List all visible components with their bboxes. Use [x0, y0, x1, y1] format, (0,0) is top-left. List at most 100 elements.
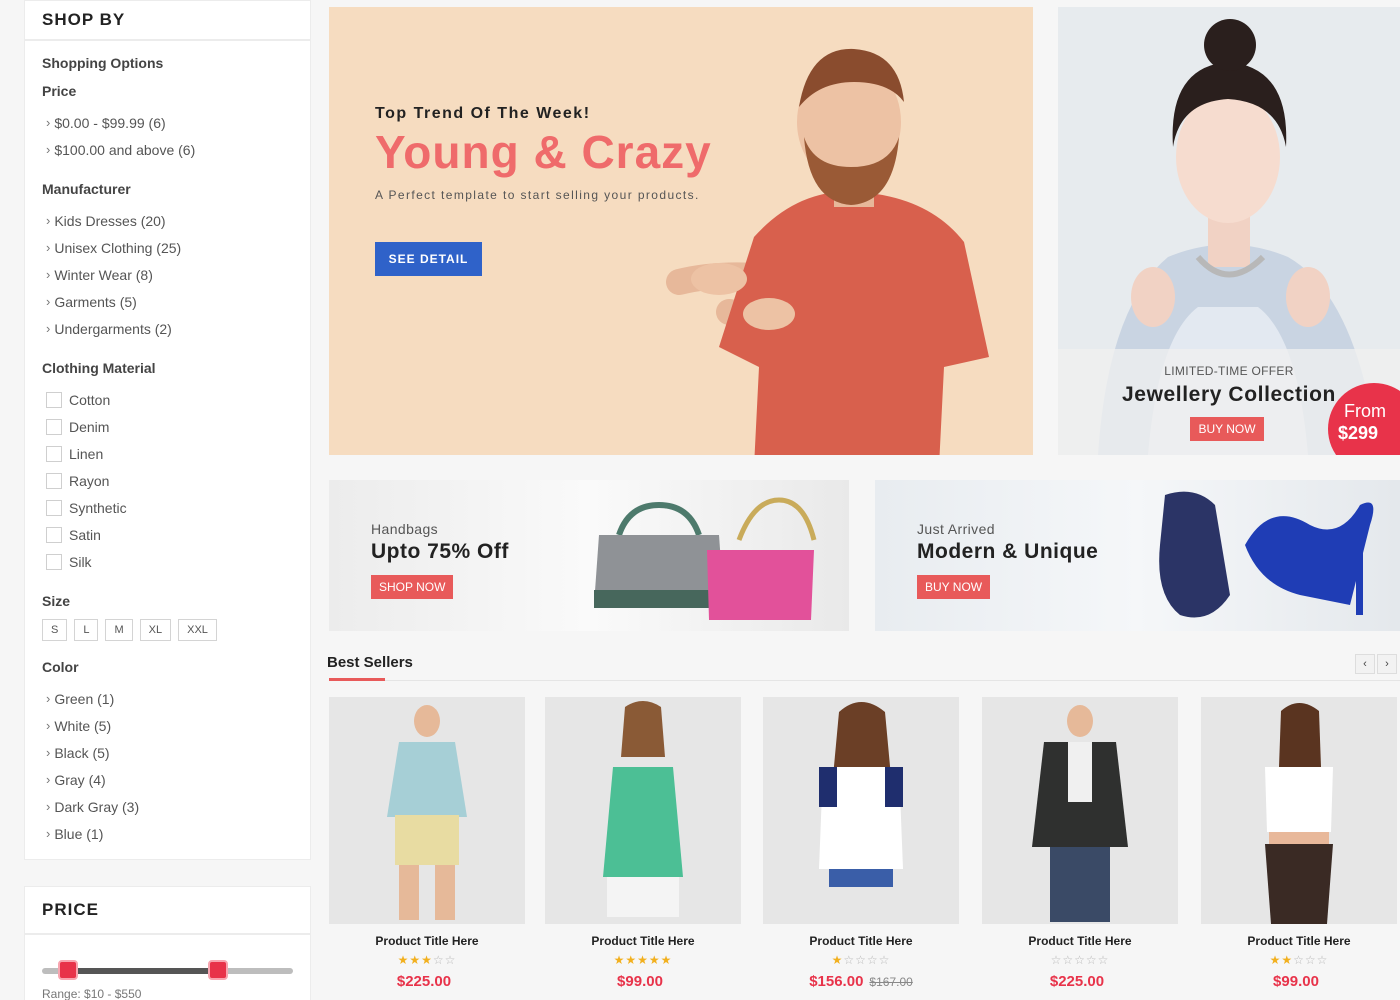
- product-image[interactable]: [982, 697, 1178, 924]
- hero-title: Young & Crazy: [375, 126, 712, 178]
- product-title[interactable]: Product Title Here: [982, 934, 1178, 948]
- star-empty-icon: ☆: [843, 953, 856, 967]
- checkbox[interactable]: [46, 391, 62, 408]
- rating-stars: ★★★☆☆: [329, 953, 525, 967]
- color-item[interactable]: › Green (1): [42, 685, 293, 712]
- price-filter-item[interactable]: › $100.00 and above (6): [42, 136, 293, 163]
- shoes-promo[interactable]: Just Arrived Modern & Unique BUY NOW: [875, 480, 1400, 631]
- chevron-right-icon: ›: [46, 213, 51, 228]
- product-image[interactable]: [1201, 697, 1397, 924]
- best-sellers-title: Best Sellers: [327, 654, 413, 671]
- product-image[interactable]: [329, 697, 525, 924]
- price-filter-item[interactable]: › $0.00 - $99.99 (6): [42, 109, 293, 136]
- jewellery-banner[interactable]: LIMITED-TIME OFFER Jewellery Collection …: [1058, 7, 1400, 455]
- handbag-image: [594, 497, 817, 620]
- size-button-xl[interactable]: XL: [139, 619, 172, 641]
- material-checkbox[interactable]: Cotton: [42, 386, 293, 413]
- checkbox[interactable]: [46, 499, 62, 516]
- jewellery-buy-now-button[interactable]: BUY NOW: [1190, 417, 1264, 441]
- size-button-s[interactable]: S: [42, 619, 68, 641]
- star-filled-icon: ★: [660, 953, 673, 967]
- color-item[interactable]: › Gray (4): [42, 766, 293, 793]
- product-price: $99.00: [1273, 973, 1319, 990]
- product-card[interactable]: Product Title Here ★★☆☆☆ $99.00: [1201, 697, 1397, 1000]
- product-card[interactable]: Product Title Here ★★★☆☆ $225.00: [329, 697, 525, 1000]
- product-image[interactable]: [545, 697, 741, 924]
- manufacturer-item[interactable]: › Unisex Clothing (25): [42, 234, 293, 261]
- star-empty-icon: ☆: [1050, 953, 1063, 967]
- material-checkbox[interactable]: Satin: [42, 521, 293, 548]
- star-filled-icon: ★: [648, 953, 661, 967]
- checkbox[interactable]: [46, 526, 62, 543]
- color-item[interactable]: › White (5): [42, 712, 293, 739]
- star-empty-icon: ☆: [866, 953, 879, 967]
- material-checkbox[interactable]: Linen: [42, 440, 293, 467]
- material-checkbox[interactable]: Silk: [42, 548, 293, 575]
- carousel-prev-icon[interactable]: ‹: [1355, 654, 1375, 674]
- product-title[interactable]: Product Title Here: [1201, 934, 1397, 948]
- product-title[interactable]: Product Title Here: [545, 934, 741, 948]
- color-item[interactable]: › Dark Gray (3): [42, 793, 293, 820]
- see-detail-button[interactable]: SEE DETAIL: [375, 242, 482, 276]
- checkbox[interactable]: [46, 553, 62, 570]
- carousel-next-icon[interactable]: ›: [1377, 654, 1397, 674]
- buy-now-button[interactable]: BUY NOW: [917, 575, 991, 599]
- star-empty-icon: ☆: [878, 953, 891, 967]
- color-item[interactable]: › Black (5): [42, 739, 293, 766]
- chevron-right-icon: ›: [46, 267, 51, 282]
- price-panel: PRICE Range: $10 - $550: [24, 886, 311, 1000]
- clothing-material-title: Clothing Material: [42, 360, 156, 376]
- manufacturer-item[interactable]: › Undergarments (2): [42, 315, 293, 342]
- manufacturer-item[interactable]: › Garments (5): [42, 288, 293, 315]
- handbags-title: Upto 75% Off: [371, 540, 509, 563]
- price-slider-min-handle[interactable]: [58, 960, 78, 980]
- product-image[interactable]: [763, 697, 959, 924]
- star-empty-icon: ☆: [1293, 953, 1305, 967]
- chevron-right-icon: ›: [46, 772, 51, 787]
- product-price: $225.00: [396, 973, 452, 990]
- color-title: Color: [42, 659, 79, 675]
- checkbox[interactable]: [46, 472, 62, 489]
- rating-stars: ★★★★★: [545, 953, 741, 967]
- jewellery-kicker: LIMITED-TIME OFFER: [1164, 364, 1294, 378]
- material-checkbox[interactable]: Synthetic: [42, 494, 293, 521]
- shop-now-button[interactable]: SHOP NOW: [371, 575, 454, 599]
- material-checkbox[interactable]: Denim: [42, 413, 293, 440]
- product-card[interactable]: Product Title Here ☆☆☆☆☆ $225.00: [982, 697, 1178, 1000]
- star-filled-icon: ★: [409, 953, 422, 967]
- star-empty-icon: ☆: [444, 953, 457, 967]
- sidebar: SHOP BY Shopping Options Price › $0.00 - …: [24, 0, 311, 1000]
- price-slider[interactable]: Range: $10 - $550: [25, 935, 310, 1000]
- manufacturer-item[interactable]: › Kids Dresses (20): [42, 207, 293, 234]
- checkbox[interactable]: [46, 445, 62, 462]
- handbags-kicker: Handbags: [371, 521, 439, 537]
- material-checkbox[interactable]: Rayon: [42, 467, 293, 494]
- price-slider-max-handle[interactable]: [208, 960, 228, 980]
- star-filled-icon: ★: [1269, 953, 1282, 967]
- chevron-right-icon: ›: [46, 321, 51, 336]
- chevron-right-icon: ›: [46, 691, 51, 706]
- shoes-kicker: Just Arrived: [917, 521, 995, 537]
- product-price: $99.00: [617, 973, 663, 990]
- color-item[interactable]: › Blue (1): [42, 820, 293, 847]
- manufacturer-item[interactable]: › Winter Wear (8): [42, 261, 293, 288]
- checkbox[interactable]: [46, 418, 62, 435]
- hero-banner[interactable]: Top Trend Of The Week! Young & Crazy A P…: [329, 7, 1033, 455]
- badge-price: $299: [1338, 423, 1379, 443]
- shop-by-panel: SHOP BY Shopping Options Price › $0.00 - …: [24, 0, 311, 860]
- size-button-l[interactable]: L: [74, 619, 99, 641]
- size-button-xxl[interactable]: XXL: [178, 619, 217, 641]
- product-title[interactable]: Product Title Here: [329, 934, 525, 948]
- product-title[interactable]: Product Title Here: [763, 934, 959, 948]
- badge-from-label: From: [1344, 401, 1386, 421]
- star-empty-icon: ☆: [1316, 953, 1329, 967]
- price-slider-fill: [68, 968, 218, 974]
- chevron-right-icon: ›: [46, 745, 51, 760]
- product-card[interactable]: Product Title Here ★☆☆☆☆ $156.00 $167.00: [763, 697, 959, 1000]
- size-button-m[interactable]: M: [105, 619, 133, 641]
- shop-by-title: SHOP BY: [25, 1, 310, 41]
- product-card[interactable]: Product Title Here ★★★★★ $99.00: [545, 697, 741, 1000]
- handbags-promo[interactable]: Handbags Upto 75% Off SHOP NOW: [329, 480, 849, 631]
- filters: Shopping Options Price › $0.00 - $99.99 (…: [25, 41, 310, 859]
- hero-subtitle: A Perfect template to start selling your…: [375, 188, 700, 202]
